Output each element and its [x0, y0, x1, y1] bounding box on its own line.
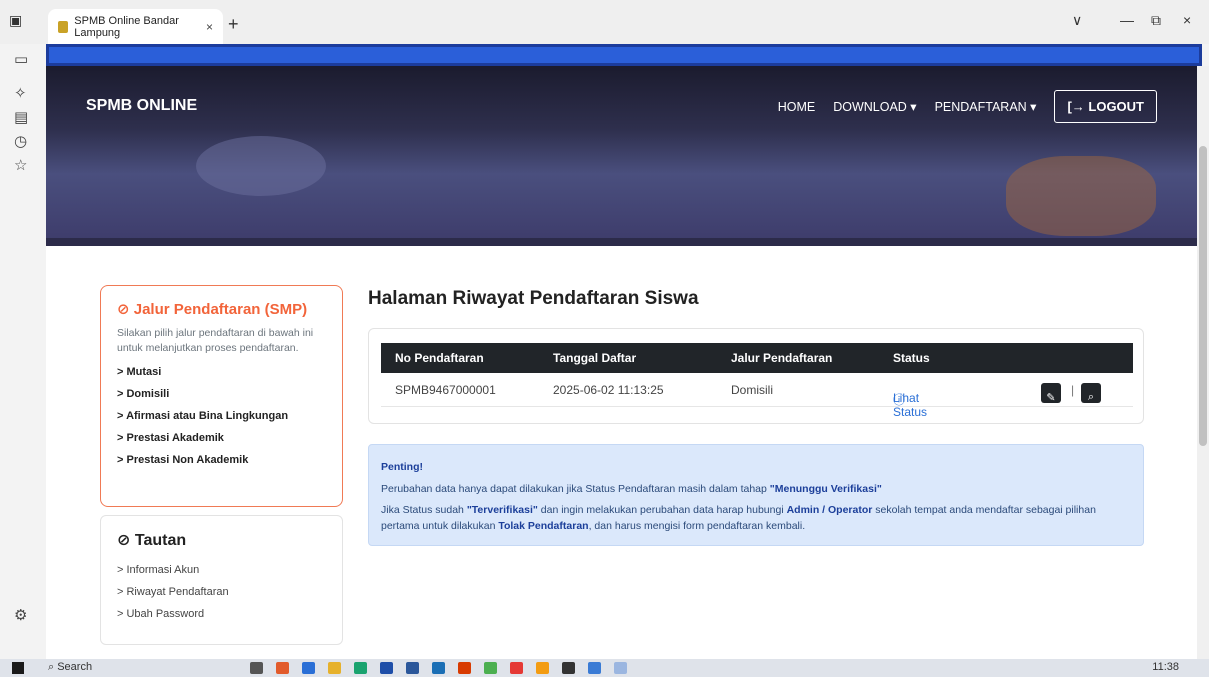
nav-menu: HOME DOWNLOAD ▾ PENDAFTARAN ▾ [→ LOGOUT — [778, 90, 1157, 123]
page-viewport: SPMB ONLINE HOME DOWNLOAD ▾ PENDAFTARAN … — [46, 66, 1197, 659]
taskview-icon[interactable] — [250, 662, 263, 674]
taskbar-clock[interactable]: 11:38 — [1152, 661, 1179, 673]
jalur-card-description: Silakan pilih jalur pendaftaran di bawah… — [117, 327, 314, 355]
favorites-icon[interactable]: ☆ — [14, 156, 27, 174]
tautan-riwayat-pendaftaran[interactable]: > Riwayat Pendaftaran — [117, 586, 326, 598]
link-icon: ⊘ — [117, 301, 130, 318]
edit-button[interactable]: ✎ — [1041, 383, 1061, 404]
app-icon[interactable] — [562, 662, 575, 674]
app-icon[interactable] — [614, 662, 627, 674]
view-button[interactable]: ⌕ — [1081, 383, 1101, 403]
jalur-item-prestasi-non-akademik[interactable]: > Prestasi Non Akademik — [117, 454, 326, 466]
table-header: No Pendaftaran Tanggal Daftar Jalur Pend… — [381, 343, 1133, 373]
app-icon[interactable] — [432, 662, 445, 674]
scrollbar-thumb[interactable] — [1199, 146, 1207, 446]
minimize-icon[interactable]: — — [1120, 12, 1134, 28]
tab-actions-icon[interactable]: ▣ — [9, 12, 22, 29]
riwayat-table-card: No Pendaftaran Tanggal Daftar Jalur Pend… — [368, 328, 1144, 424]
jalur-item-domisili[interactable]: > Domisili — [117, 388, 326, 400]
tracking-icon[interactable]: ✧ — [14, 84, 27, 102]
th-tanggal-daftar: Tanggal Daftar — [553, 351, 637, 365]
favicon-icon — [58, 20, 69, 33]
tautan-card: ⊘ Tautan > Informasi Akun > Riwayat Pend… — [100, 515, 343, 645]
th-no-pendaftaran: No Pendaftaran — [395, 351, 484, 365]
page-title: Halaman Riwayat Pendaftaran Siswa — [368, 288, 699, 309]
cell-jalur: Domisili — [731, 383, 773, 397]
windows-start-icon[interactable] — [12, 662, 24, 674]
app-icon[interactable] — [458, 662, 471, 674]
banner-illustration-kids — [1006, 156, 1156, 236]
important-alert: Penting! Perubahan data hanya dapat dila… — [368, 444, 1144, 546]
windows-taskbar: ⌕ Search 11:38 — [0, 659, 1209, 677]
jalur-item-prestasi-akademik[interactable]: > Prestasi Akademik — [117, 432, 326, 444]
history-icon[interactable]: ◷ — [14, 132, 27, 150]
alert-line-2: Jika Status sudah "Terverifikasi" dan in… — [381, 503, 1096, 532]
cell-no-pendaftaran: SPMB9467000001 — [395, 383, 496, 397]
banner-illustration — [196, 136, 326, 196]
chevron-down-icon[interactable]: ∨ — [1072, 12, 1082, 29]
tautan-card-title: ⊘ Tautan — [117, 532, 187, 549]
logout-button[interactable]: [→ LOGOUT — [1054, 90, 1157, 123]
tab-close-icon[interactable]: × — [206, 20, 213, 34]
navbar: SPMB ONLINE HOME DOWNLOAD ▾ PENDAFTARAN … — [46, 76, 1197, 132]
word-icon[interactable] — [406, 662, 419, 674]
th-jalur-pendaftaran: Jalur Pendaftaran — [731, 351, 833, 365]
dropbox-icon[interactable] — [302, 662, 315, 674]
tautan-informasi-akun[interactable]: > Informasi Akun — [117, 564, 326, 576]
cell-tanggal-daftar: 2025-06-02 11:13:25 — [553, 383, 664, 397]
hero-banner: SPMB ONLINE HOME DOWNLOAD ▾ PENDAFTARAN … — [46, 66, 1197, 246]
jalur-pendaftaran-card: ⊘ Jalur Pendaftaran (SMP) Silakan pilih … — [100, 285, 343, 507]
table-row: SPMB9467000001 2025-06-02 11:13:25 Domis… — [381, 375, 1133, 419]
address-bar[interactable] — [46, 44, 1202, 66]
app-icon[interactable] — [536, 662, 549, 674]
link-icon: ⊘ — [117, 532, 131, 549]
separator: | — [1071, 383, 1075, 397]
collections-icon[interactable]: ▤ — [14, 108, 28, 126]
alert-line-1: Perubahan data hanya dapat dilakukan jik… — [381, 483, 882, 496]
browser-tabstrip: ▣ SPMB Online Bandar Lampung × + ∨ — ⧉ × — [0, 0, 1209, 44]
jalur-card-title: ⊘ Jalur Pendaftaran (SMP) — [117, 301, 308, 318]
app-icon[interactable] — [380, 662, 393, 674]
brand-logo[interactable]: SPMB ONLINE — [86, 97, 197, 115]
alert-heading: Penting! — [381, 461, 423, 473]
tautan-ubah-password[interactable]: > Ubah Password — [117, 608, 326, 620]
browser-sidebar: ▭ ✧ ▤ ◷ ☆ ⚙ — [0, 44, 46, 659]
edge-icon[interactable] — [354, 662, 367, 674]
pencil-icon: ✎ — [1046, 392, 1056, 404]
jalur-item-mutasi[interactable]: > Mutasi — [117, 366, 326, 378]
file-explorer-icon[interactable] — [328, 662, 341, 674]
new-tab-icon[interactable]: + — [228, 14, 239, 35]
th-status: Status — [893, 351, 930, 365]
app-icon[interactable] — [588, 662, 601, 674]
app-icon[interactable] — [276, 662, 289, 674]
page-scrollbar[interactable] — [1197, 66, 1209, 659]
close-window-icon[interactable]: × — [1183, 12, 1191, 28]
browser-tab[interactable]: SPMB Online Bandar Lampung × — [48, 9, 223, 44]
nav-pendaftaran[interactable]: PENDAFTARAN ▾ — [935, 99, 1037, 114]
nav-home[interactable]: HOME — [778, 100, 816, 114]
restore-icon[interactable]: ⧉ — [1151, 12, 1161, 29]
sidebar-toggle-icon[interactable]: ▭ — [14, 50, 28, 68]
nav-download[interactable]: DOWNLOAD ▾ — [833, 99, 916, 114]
settings-gear-icon[interactable]: ⚙ — [14, 606, 27, 624]
tab-title: SPMB Online Bandar Lampung — [74, 14, 179, 39]
taskbar-apps — [250, 662, 627, 674]
chrome-icon[interactable] — [510, 662, 523, 674]
taskbar-search[interactable]: ⌕ Search — [48, 661, 92, 674]
banner-stripe — [46, 238, 1197, 246]
jalur-item-afirmasi[interactable]: > Afirmasi atau Bina Lingkungan — [117, 410, 326, 422]
search-icon: ⌕ — [1087, 391, 1095, 403]
app-icon[interactable] — [484, 662, 497, 674]
